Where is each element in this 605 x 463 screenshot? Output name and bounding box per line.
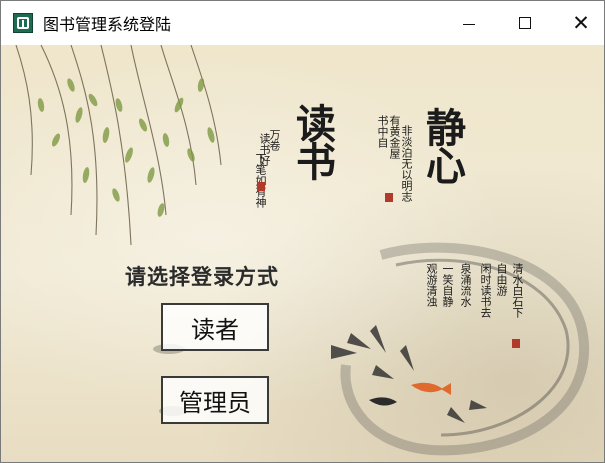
login-method-prompt: 请选择登录方式 — [125, 265, 279, 289]
red-seal-icon — [257, 182, 265, 191]
close-icon: ✕ — [572, 10, 590, 35]
maximize-icon — [519, 17, 531, 29]
app-book-icon — [13, 13, 33, 33]
window-controls: ✕ — [436, 1, 604, 45]
admin-button-label: 管理员 — [179, 388, 251, 417]
poem-left-col-2: 万卷 — [268, 129, 281, 151]
admin-login-button[interactable]: 管理员 — [161, 376, 269, 424]
poem-bottom-col-3: 闲时读书去 — [479, 263, 492, 318]
poem-bottom-col-1: 清水白石下 — [511, 263, 524, 318]
red-seal-icon-2 — [385, 193, 393, 202]
close-button[interactable]: ✕ — [558, 1, 604, 45]
reader-login-button[interactable]: 读者 — [161, 303, 269, 351]
title-bar[interactable]: 图书管理系统登陆 ✕ — [1, 1, 604, 45]
calligraphy-read: 读书 — [289, 103, 336, 179]
login-background: 读书 静心 读书好 万卷 下笔如有神 书中自 有黄金屋 非淡泊无以明志 清水白石… — [1, 45, 604, 462]
poem-right-col-1: 书中自 — [376, 115, 389, 148]
window-title: 图书管理系统登陆 — [43, 15, 172, 34]
poem-right-col-3: 非淡泊无以明志 — [400, 125, 413, 202]
maximize-button[interactable] — [502, 1, 548, 45]
minimize-icon — [463, 23, 475, 25]
poem-bottom-col-4: 泉涌流水 — [459, 263, 472, 307]
willow-leaves-illustration — [37, 78, 215, 217]
poem-right-col-2: 有黄金屋 — [388, 115, 401, 159]
reader-button-label: 读者 — [191, 315, 239, 344]
willow-branches-illustration — [15, 45, 222, 246]
poem-bottom-col-5: 一笑自静 — [441, 263, 454, 307]
calligraphy-calm: 静心 — [419, 107, 466, 183]
poem-bottom-col-6: 观游清浊 — [425, 263, 438, 307]
poem-left-col-3: 下笔如有神 — [254, 153, 267, 208]
minimize-button[interactable] — [446, 1, 492, 45]
login-window: 图书管理系统登陆 ✕ 读书 静心 读书好 万卷 下笔如有神 书中自 有黄金屋 非… — [0, 0, 605, 463]
poem-bottom-col-2: 自由游 — [495, 263, 508, 296]
red-seal-icon-3 — [512, 339, 520, 348]
